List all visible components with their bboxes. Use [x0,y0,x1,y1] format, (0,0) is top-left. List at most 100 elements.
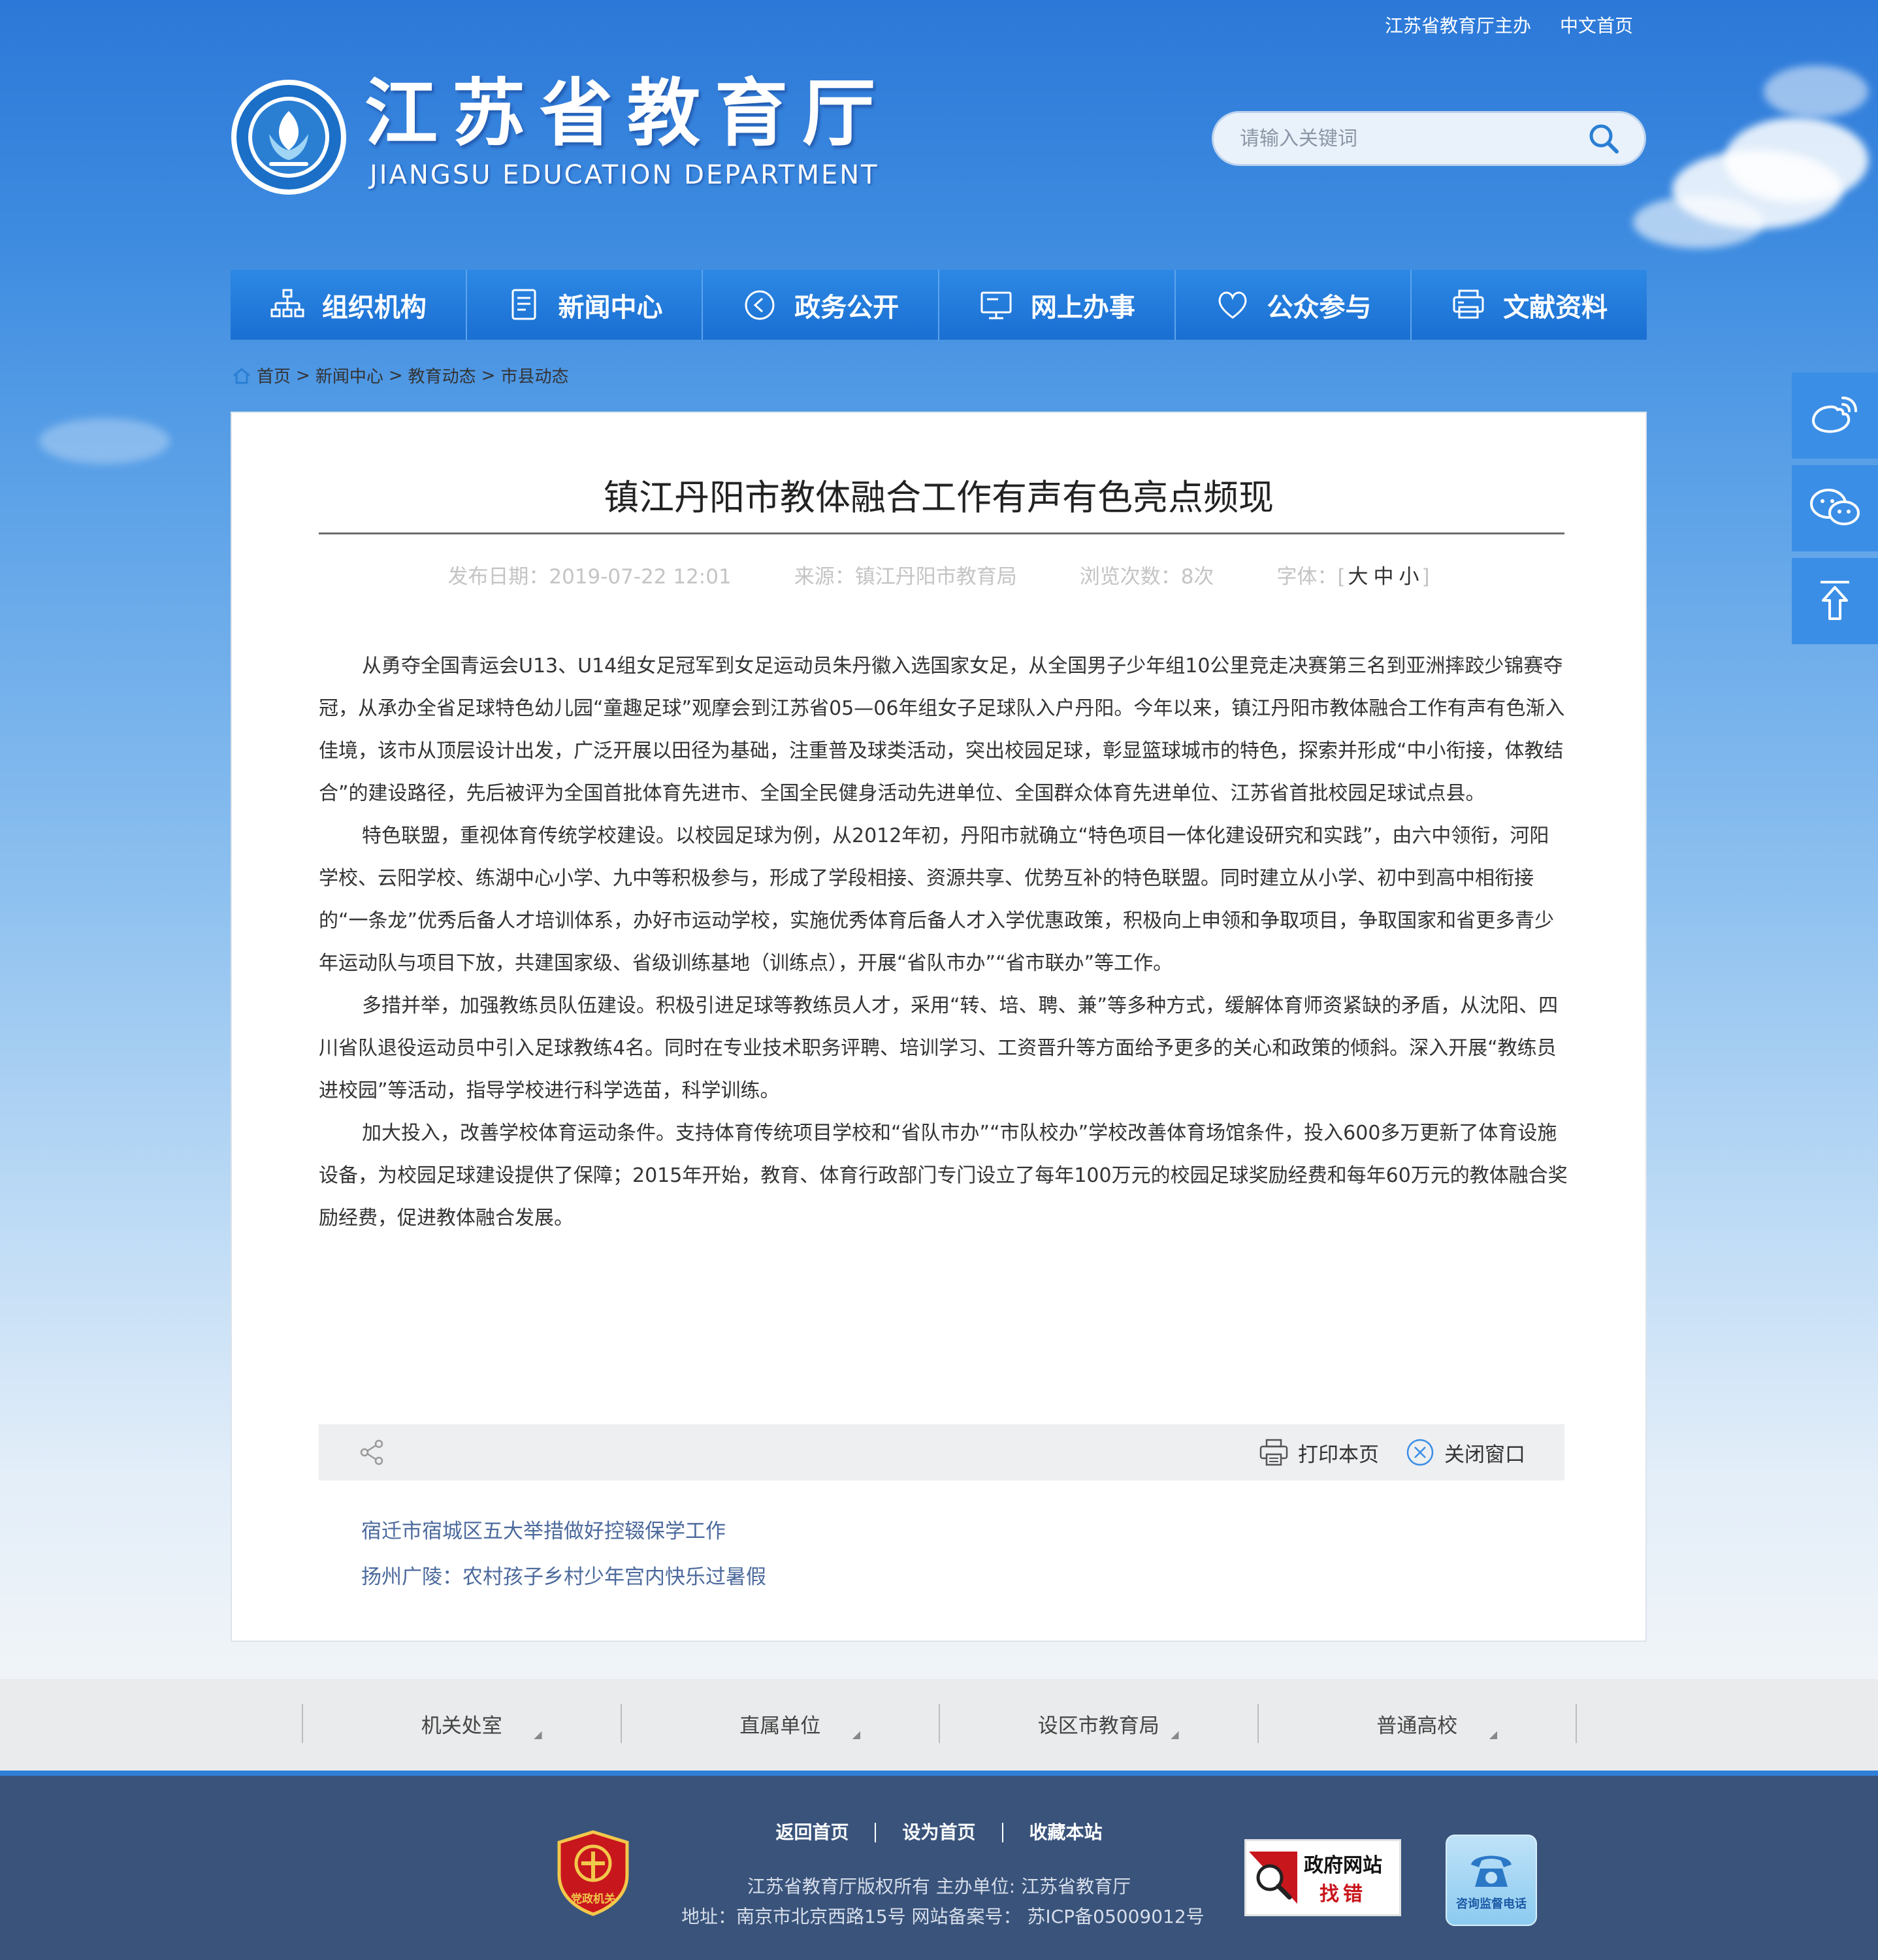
top-links: 江苏省教育厅主办 中文首页 [1385,12,1633,38]
home-icon [233,367,250,384]
float-weibo-button[interactable] [1792,372,1878,459]
party-government-badge[interactable]: 党政机关 [555,1829,631,1917]
nav-item-online-services[interactable]: 网上办事 [939,270,1176,340]
close-window-label: 关闭窗口 [1444,1443,1525,1467]
breadcrumb-item-home[interactable]: 首页 [257,363,291,387]
float-back-to-top-button[interactable] [1792,558,1878,644]
site-title: 江苏省教育厅 [364,71,890,156]
weibo-icon [1812,397,1857,433]
font-size-small[interactable]: 小 [1399,565,1419,589]
nav-label: 网上办事 [1030,292,1135,323]
dropdown-arrow-icon: ◢ [1171,1728,1179,1740]
font-size-medium[interactable]: 中 [1374,565,1394,589]
print-button[interactable]: 打印本页 [1259,1438,1379,1467]
dropdown-arrow-icon: ◢ [852,1728,860,1740]
search-box [1212,111,1646,166]
wechat-icon [1810,489,1860,525]
gov-badge-line2: 找错 [1319,1883,1367,1906]
search-icon [1589,124,1619,154]
nav-label: 文献资料 [1503,292,1608,323]
news-document-icon [511,289,536,319]
breadcrumb-item-city-news[interactable]: 市县动态 [500,363,568,387]
font-size-close-bracket: ] [1421,565,1430,589]
breadcrumb-item-education-news[interactable]: 教育动态 [408,363,476,387]
footer-link-bookmark[interactable]: 收藏本站 [1003,1823,1129,1842]
gov-site-error-badge[interactable]: 政府网站 找错 [1244,1839,1401,1916]
article-paragraph: 加大投入，改善学校体育运动条件。支持体育传统项目学校和“省队市办”“市队校办”学… [319,1122,1568,1230]
search-input[interactable] [1240,127,1584,150]
link-band-item-universities[interactable]: 普通高校 ◢ [1257,1704,1577,1743]
link-band-label: 机关处室 [421,1714,502,1738]
publish-date: 发布日期：2019-07-22 12:01 [447,565,732,589]
nav-item-documents[interactable]: 文献资料 [1412,270,1647,340]
close-window-button[interactable]: 关闭窗口 [1405,1437,1525,1467]
article-paragraph: 多措并举，加强教练员队伍建设。积极引进足球等教练员人才，采用“转、培、聘、兼”等… [319,994,1559,1102]
org-chart-icon [270,289,304,317]
supervision-hotline-badge[interactable]: 咨询监督电话 [1446,1835,1537,1926]
link-band-item-offices[interactable]: 机关处室 ◢ [302,1704,621,1743]
share-icon[interactable] [358,1438,387,1467]
breadcrumb-separator: > [481,365,496,385]
related-article-link[interactable]: 扬州广陵：农村孩子乡村少年宫内快乐过暑假 [361,1554,766,1600]
font-size-large[interactable]: 大 [1348,565,1368,589]
site-title-english: JIANGSU EDUCATION DEPARTMENT [370,160,879,190]
article-paragraph: 特色联盟，重视体育传统学校建设。以校园足球为例，从2012年初，丹阳市就确立“特… [319,825,1555,975]
footer-link-band: 机关处室 ◢ 直属单位 ◢ 设区市教育局 ◢ 普通高校 ◢ [0,1679,1878,1771]
printer-stack-icon [1453,289,1484,318]
close-circle-icon [1406,1439,1434,1466]
link-band-label: 设区市教育局 [1037,1714,1159,1738]
article-source: 来源：镇江丹阳市教育局 [794,565,1017,589]
dropdown-arrow-icon: ◢ [534,1728,542,1740]
telephone-icon [1471,1855,1512,1887]
link-band-item-affiliated-units[interactable]: 直属单位 ◢ [620,1704,939,1743]
nav-item-public-participation[interactable]: 公众参与 [1176,270,1412,340]
heart-icon [1218,291,1246,319]
breadcrumb-item-news[interactable]: 新闻中心 [316,363,383,387]
play-circle-icon [745,290,775,319]
breadcrumb-separator: > [388,365,403,385]
nav-item-government-affairs[interactable]: 政务公开 [703,270,940,340]
printer-icon [1259,1439,1288,1466]
related-articles: 宿迁市宿城区五大举措做好控辍保学工作 扬州广陵：农村孩子乡村少年宫内快乐过暑假 [361,1509,766,1600]
link-band-label: 普通高校 [1376,1714,1458,1738]
footer-copyright: 江苏省教育厅版权所有 主办单位: 江苏省教育厅 [747,1876,1131,1897]
footer-links: 返回首页 设为首页 收藏本站 [0,1823,1878,1842]
gov-badge-line1: 政府网站 [1304,1854,1382,1877]
nav-item-news[interactable]: 新闻中心 [467,270,704,340]
title-divider [319,532,1564,534]
magnifier-error-icon [1249,1852,1297,1904]
nav-item-organization[interactable]: 组织机构 [231,270,467,340]
site-footer: 返回首页 设为首页 收藏本站 江苏省教育厅版权所有 主办单位: 江苏省教育厅 地… [0,1771,1878,1960]
search-button[interactable] [1584,119,1623,158]
link-band-item-city-bureaus[interactable]: 设区市教育局 ◢ [939,1704,1257,1743]
font-size-label: 字体：[ [1276,565,1346,589]
article-card: 镇江丹阳市教体融合工作有声有色亮点频现 发布日期：2019-07-22 12:0… [231,412,1647,1642]
article-body: 从勇夺全国青运会U13、U14组女足冠军到女足运动员朱丹徽入选国家女足，从全国男… [319,645,1568,1239]
hotline-label: 咨询监督电话 [1456,1897,1527,1911]
view-count: 浏览次数：8次 [1079,565,1214,589]
top-link-home[interactable]: 中文首页 [1560,12,1633,38]
related-article-link[interactable]: 宿迁市宿城区五大举措做好控辍保学工作 [361,1509,766,1554]
float-wechat-button[interactable] [1792,465,1878,551]
article-title: 镇江丹阳市教体融合工作有声有色亮点频现 [604,477,1274,518]
monitor-icon [980,291,1012,319]
department-logo[interactable] [230,78,348,196]
font-size-switcher: 字体：[大中小] [1276,560,1429,589]
footer-link-set-homepage[interactable]: 设为首页 [876,1823,1003,1842]
breadcrumb: 首页 > 新闻中心 > 教育动态 > 市县动态 [232,363,568,387]
top-link-host[interactable]: 江苏省教育厅主办 [1385,12,1531,38]
breadcrumb-separator: > [296,365,310,385]
nav-label: 组织机构 [321,292,427,323]
footer-link-back-home[interactable]: 返回首页 [749,1823,877,1842]
nav-label: 公众参与 [1267,292,1372,323]
dropdown-arrow-icon: ◢ [1489,1728,1497,1740]
main-nav: 组织机构 新闻中心 政务公开 网上办事 公众参与 文献资料 [231,270,1647,340]
article-toolbar: 打印本页 关闭窗口 [319,1424,1564,1480]
nav-label: 政务公开 [794,292,899,323]
back-to-top-icon [1821,581,1849,620]
article-meta: 发布日期：2019-07-22 12:01 来源：镇江丹阳市教育局 浏览次数：8… [232,560,1645,589]
nav-label: 新闻中心 [558,292,663,323]
link-band-label: 直属单位 [739,1714,821,1738]
footer-address: 地址：南京市北京西路15号 网站备案号： 苏ICP备05009012号 [681,1906,1205,1927]
party-badge-label: 党政机关 [571,1892,615,1906]
